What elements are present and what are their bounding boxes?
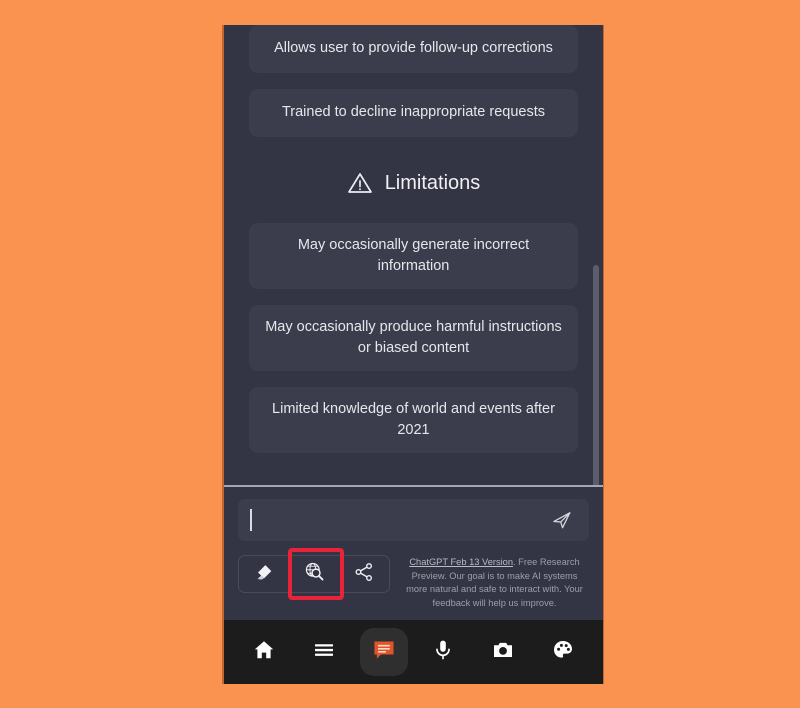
warning-triangle-icon: [347, 171, 373, 195]
home-icon: [252, 638, 276, 667]
eraser-icon: [253, 561, 275, 588]
limitation-card[interactable]: Limited knowledge of world and events af…: [249, 387, 578, 453]
nav-home[interactable]: [240, 628, 288, 676]
composer-action-toolbar: [238, 548, 390, 601]
phone-screen: Allows user to provide follow-up correct…: [222, 25, 604, 684]
limitation-card-label: May occasionally generate incorrect info…: [297, 236, 530, 274]
share-icon: [353, 561, 375, 588]
palette-icon: [551, 638, 575, 667]
camera-icon: [491, 638, 515, 667]
nav-voice[interactable]: [419, 628, 467, 676]
limitation-card-label: Limited knowledge of world and events af…: [272, 400, 555, 438]
capability-card-label: Allows user to provide follow-up correct…: [274, 40, 553, 57]
message-composer: ChatGPT Feb 13 Version. Free Research Pr…: [224, 487, 603, 620]
limitation-card-label: May occasionally produce harmful instruc…: [265, 318, 562, 356]
globe-search-icon: [303, 560, 326, 588]
chat-bubble-icon: [371, 637, 397, 668]
limitation-card[interactable]: May occasionally produce harmful instruc…: [249, 305, 578, 371]
message-input-row[interactable]: [238, 499, 589, 542]
text-cursor: [250, 509, 252, 532]
capability-card[interactable]: Trained to decline inappropriate request…: [249, 89, 578, 137]
nav-camera[interactable]: [479, 628, 527, 676]
capability-card[interactable]: Allows user to provide follow-up correct…: [249, 25, 578, 73]
chat-content-area[interactable]: Allows user to provide follow-up correct…: [224, 25, 603, 486]
web-search-button[interactable]: [289, 556, 339, 592]
scrollbar-track[interactable]: [593, 25, 601, 486]
composer-lower-row: ChatGPT Feb 13 Version. Free Research Pr…: [238, 548, 589, 610]
scrollbar-thumb[interactable]: [593, 265, 599, 486]
version-footer: ChatGPT Feb 13 Version. Free Research Pr…: [400, 555, 589, 610]
version-link[interactable]: ChatGPT Feb 13 Version: [409, 557, 513, 567]
nav-menu[interactable]: [300, 628, 348, 676]
share-button[interactable]: [339, 556, 389, 592]
nav-chat[interactable]: [359, 628, 408, 676]
microphone-icon: [431, 638, 455, 667]
clear-conversation-button[interactable]: [239, 556, 289, 592]
limitations-section-heading: Limitations: [249, 153, 578, 213]
bottom-navigation-bar: [224, 620, 603, 684]
message-input[interactable]: [256, 511, 549, 530]
limitations-title: Limitations: [384, 171, 481, 194]
capability-card-label: Trained to decline inappropriate request…: [281, 104, 546, 121]
nav-palette[interactable]: [539, 628, 587, 676]
menu-icon: [312, 638, 336, 667]
limitation-card[interactable]: May occasionally generate incorrect info…: [249, 223, 578, 289]
send-paper-plane-icon[interactable]: [549, 507, 575, 533]
